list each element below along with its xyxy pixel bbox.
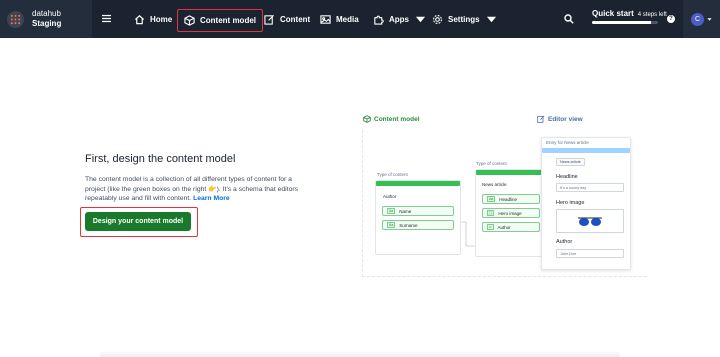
- description-text: The content model is a collection of all…: [85, 176, 299, 202]
- quick-start-progress: [592, 21, 658, 24]
- account-menu[interactable]: C: [683, 0, 720, 38]
- editor-header-bar: [542, 148, 630, 153]
- content-type-card-news-article: News article Aa Headline ▢ Hero image ∞ …: [475, 169, 547, 257]
- headline-label: Headline: [556, 174, 578, 180]
- field-type-badge: ∞: [487, 224, 494, 230]
- editor-entry-card: Entry for News article News article Head…: [541, 137, 631, 270]
- quick-start-title: Quick start: [592, 9, 634, 18]
- type-caption: Type of content: [476, 161, 507, 166]
- field-type-badge: Aa: [387, 222, 396, 228]
- puzzle-icon: [374, 15, 384, 25]
- nav-apps[interactable]: Apps: [373, 8, 426, 30]
- nav-content-model-label: Content model: [200, 16, 256, 25]
- field-type-badge: Aa: [487, 196, 496, 202]
- field-name: Aa Name: [382, 206, 454, 216]
- nav-content-label: Content: [280, 14, 311, 24]
- nav-home-label: Home: [150, 14, 173, 24]
- search-icon[interactable]: [564, 14, 574, 24]
- content-model-illustration: Content model Editor view Type of conten…: [362, 115, 647, 277]
- content-model-heading-label: Content model: [374, 115, 420, 123]
- content-type-name: News article: [482, 182, 507, 187]
- field-label: Author: [497, 224, 511, 230]
- field-label: Hero image: [498, 210, 522, 216]
- quick-start-steps: 4 steps left: [637, 12, 667, 18]
- top-navigation: datahub Staging Home Content model Conte…: [0, 0, 720, 38]
- nav-home[interactable]: Home: [134, 8, 172, 30]
- field-label: Headline: [499, 196, 518, 202]
- author-input: John Doe: [556, 249, 624, 258]
- nav-content[interactable]: Content: [264, 8, 310, 30]
- organization-name: datahub: [32, 9, 61, 18]
- page-title: First, design the content model: [85, 153, 236, 165]
- cube-icon: [363, 115, 371, 123]
- field-type-badge: ▢: [487, 210, 495, 216]
- content-type-card-author: Author Aa Name Aa Surname: [375, 180, 461, 255]
- grid-logo-icon: [7, 10, 24, 28]
- nav-media-label: Media: [336, 14, 359, 24]
- editor-view-heading: Editor view: [537, 115, 583, 123]
- image-icon: [320, 14, 331, 24]
- field-hero-image: ▢ Hero image: [482, 208, 540, 218]
- nav-media[interactable]: Media: [320, 8, 359, 30]
- chevron-down-icon: [415, 16, 426, 22]
- field-label: Surname: [399, 222, 418, 228]
- bottom-panel-edge: [100, 350, 620, 357]
- illustration-canvas: Type of content Author Aa Name Aa Surnam…: [362, 130, 647, 277]
- edit-icon: [537, 115, 545, 123]
- edit-icon: [264, 14, 275, 25]
- field-headline: Aa Headline: [482, 194, 540, 204]
- field-surname: Aa Surname: [382, 220, 454, 230]
- card-header-bar: [476, 170, 546, 175]
- chevron-down-icon: [707, 17, 712, 21]
- sunglasses-icon: [578, 217, 602, 226]
- field-author: ∞ Author: [482, 222, 540, 232]
- card-header-bar: [376, 181, 460, 186]
- type-caption: Type of content: [377, 172, 408, 177]
- space-switcher[interactable]: datahub Staging: [0, 0, 92, 38]
- cube-icon: [184, 15, 195, 26]
- nav-apps-label: Apps: [389, 14, 409, 24]
- environment-name: Staging: [32, 19, 62, 28]
- author-label: Author: [556, 239, 573, 245]
- design-content-model-button[interactable]: Design your content model: [85, 212, 191, 231]
- home-icon: [134, 14, 145, 24]
- quick-start[interactable]: Quick start 4 steps left: [592, 9, 667, 24]
- content-model-heading: Content model: [363, 115, 420, 123]
- help-icon[interactable]: ?: [667, 15, 675, 23]
- nav-settings[interactable]: Settings: [432, 8, 497, 30]
- headline-input: It's a sunny day: [556, 183, 624, 192]
- avatar: C: [691, 12, 704, 26]
- editor-view-heading-label: Editor view: [548, 115, 583, 123]
- nav-settings-label: Settings: [448, 14, 480, 24]
- field-label: Name: [399, 208, 412, 214]
- learn-more-link[interactable]: Learn More: [193, 195, 230, 202]
- hero-image-preview: [556, 209, 624, 233]
- menu-icon[interactable]: [102, 14, 111, 23]
- page-description: The content model is a collection of all…: [85, 175, 300, 204]
- nav-content-model[interactable]: Content model: [177, 9, 263, 32]
- quick-start-progress-fill: [592, 21, 652, 24]
- gear-icon: [433, 14, 442, 24]
- chevron-down-icon: [486, 16, 496, 22]
- field-type-badge: Aa: [387, 208, 396, 214]
- hero-image-label: Hero image: [556, 200, 585, 206]
- entry-type-tag: News article: [556, 158, 585, 166]
- content-type-name: Author: [383, 194, 397, 199]
- entry-caption: Entry for News article: [546, 140, 589, 145]
